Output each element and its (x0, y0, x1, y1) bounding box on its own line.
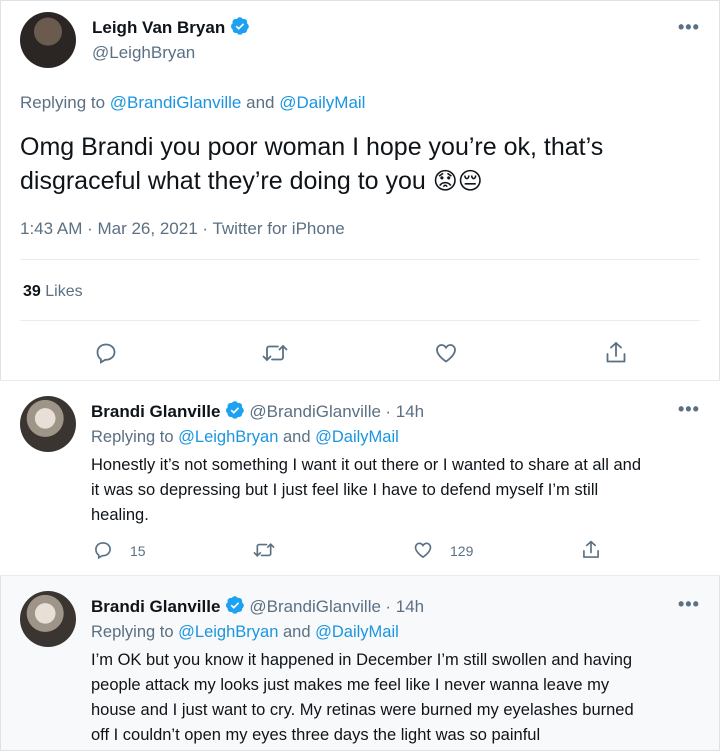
reply-text-line: people attack my looks just makes me fee… (91, 676, 610, 694)
replying-and: and (246, 93, 275, 112)
share-icon[interactable] (604, 340, 628, 366)
reply-author-name[interactable]: Brandi Glanville (91, 402, 220, 421)
mention-dailymail[interactable]: @DailyMail (279, 93, 365, 112)
reply-author: Brandi Glanville @BrandiGlanville · 14h (91, 595, 424, 620)
reply-text-line: house and I just want to cry. My retinas… (91, 701, 634, 719)
reply-author: Brandi Glanville @BrandiGlanville · 14h (91, 400, 424, 425)
verified-badge-icon (225, 400, 245, 425)
likes-label: Likes (45, 283, 83, 300)
leigh-avatar[interactable] (20, 12, 76, 68)
replying-prefix: Replying to (91, 623, 174, 641)
reply-text-line: it was so depressing but I just feel lik… (91, 481, 599, 499)
replying-to-line: Replying to @LeighBryan and @DailyMail (91, 623, 399, 642)
reply-text-line: Honestly it’s not something I want it ou… (91, 456, 642, 474)
mention-leighbryan[interactable]: @LeighBryan (178, 428, 278, 446)
replying-prefix: Replying to (20, 93, 106, 112)
like-icon[interactable] (413, 540, 433, 560)
reply-text-line: healing. (91, 506, 149, 524)
tweet-timestamp[interactable]: 1:43 AM · Mar 26, 2021 · Twitter for iPh… (20, 219, 345, 239)
likes-stat[interactable]: 39 Likes (23, 283, 83, 301)
divider (20, 320, 700, 321)
main-author: Leigh Van Bryan (92, 16, 250, 41)
share-icon[interactable] (581, 539, 601, 561)
author-handle[interactable]: @LeighBryan (92, 43, 195, 63)
reply-author-name[interactable]: Brandi Glanville (91, 597, 220, 616)
replying-to-line: Replying to @LeighBryan and @DailyMail (91, 428, 399, 447)
reply-count[interactable]: 15 (130, 543, 146, 559)
mention-leighbryan[interactable]: @LeighBryan (178, 623, 278, 641)
brandi-avatar[interactable] (20, 396, 76, 452)
like-count[interactable]: 129 (450, 543, 473, 559)
tweet-text-line2: disgraceful what they’re doing to you (20, 167, 426, 195)
like-icon[interactable] (434, 341, 458, 365)
retweet-icon[interactable] (261, 341, 289, 365)
reply-icon[interactable] (93, 540, 113, 560)
retweet-icon[interactable] (252, 540, 276, 560)
worried-face-emoji: 😟 (432, 168, 458, 195)
brandi-avatar[interactable] (20, 591, 76, 647)
mention-brandi[interactable]: @BrandiGlanville (110, 93, 242, 112)
tweet-text-line: disgraceful what they’re doing to you 😟😔 (20, 164, 603, 199)
more-icon[interactable]: ••• (678, 399, 700, 420)
replying-prefix: Replying to (91, 428, 174, 446)
tweet-text-line: Omg Brandi you poor woman I hope you’re … (20, 133, 604, 161)
reply-time[interactable]: · 14h (385, 402, 424, 421)
reply-icon[interactable] (94, 341, 118, 365)
more-icon[interactable]: ••• (678, 594, 700, 615)
reply-text-line: off I couldn’t open my eyes three days t… (91, 726, 541, 744)
verified-badge-icon (230, 16, 250, 41)
replying-and: and (282, 428, 311, 446)
reply-text: Honestly it’s not something I want it ou… (91, 453, 641, 528)
mention-dailymail[interactable]: @DailyMail (315, 428, 399, 446)
reply-author-handle[interactable]: @BrandiGlanville (249, 402, 381, 421)
replying-to-line: Replying to @BrandiGlanville and @DailyM… (20, 93, 365, 113)
likes-count: 39 (23, 283, 41, 300)
mention-dailymail[interactable]: @DailyMail (315, 623, 399, 641)
replying-and: and (282, 623, 311, 641)
divider (20, 259, 700, 260)
tweet-text: Omg Brandi you poor woman I hope you’re … (20, 130, 603, 199)
reply-text: I’m OK but you know it happened in Decem… (91, 648, 634, 748)
reply-text-line: I’m OK but you know it happened in Decem… (91, 651, 633, 669)
more-icon[interactable]: ••• (678, 17, 700, 38)
verified-badge-icon (225, 595, 245, 620)
author-name[interactable]: Leigh Van Bryan (92, 18, 225, 37)
reply-author-handle[interactable]: @BrandiGlanville (249, 597, 381, 616)
pensive-face-emoji: 😔 (457, 168, 483, 195)
reply-time[interactable]: · 14h (385, 597, 424, 616)
